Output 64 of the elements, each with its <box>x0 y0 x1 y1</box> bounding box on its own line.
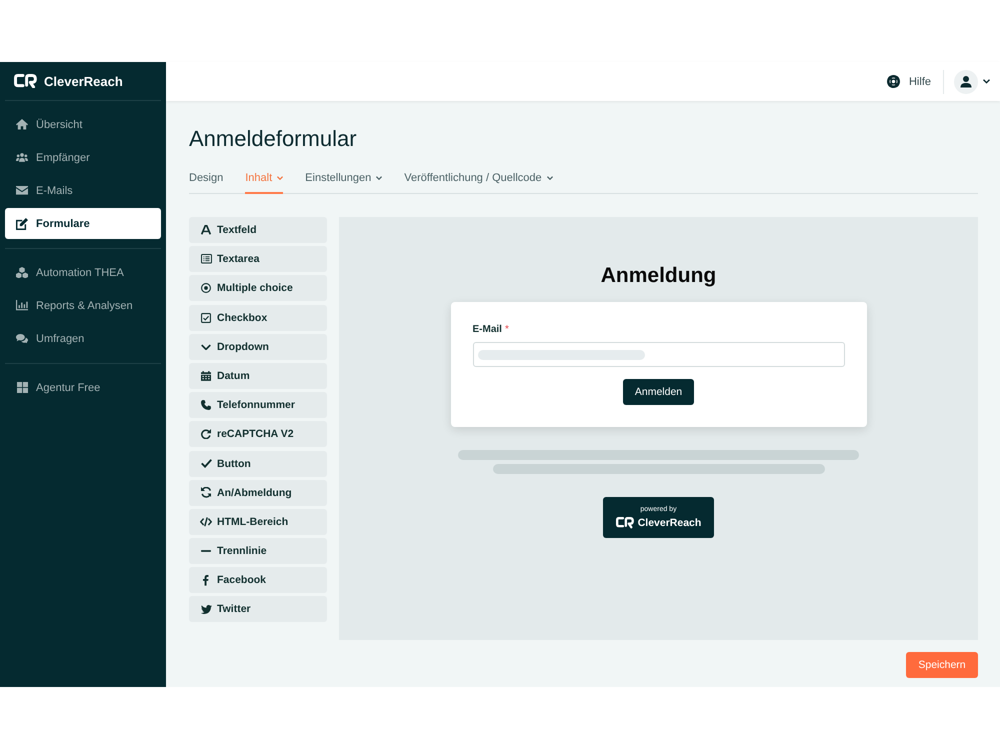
form-element-item[interactable]: Textarea <box>189 246 327 272</box>
circular-arrow-icon <box>201 429 211 440</box>
chevron-down-icon <box>376 176 382 180</box>
tab[interactable]: Veröffentlichung / Quellcode <box>404 166 553 194</box>
envelope-icon <box>16 186 28 195</box>
house-icon <box>16 119 28 130</box>
bar-chart-icon <box>16 300 28 311</box>
check-icon <box>200 459 212 468</box>
bird-icon <box>200 604 212 614</box>
cubes-icon <box>16 266 28 278</box>
people-icon <box>16 153 28 162</box>
speech-bubbles-icon <box>16 334 28 344</box>
chevron-down-icon <box>983 79 990 84</box>
lifebuoy-icon <box>886 75 900 88</box>
logo-icon <box>14 74 37 88</box>
minus-icon <box>201 550 211 552</box>
brand-name: CleverReach <box>44 74 123 88</box>
nav-item[interactable]: Empfänger <box>5 142 161 173</box>
help-link[interactable]: Hilfe <box>886 75 931 88</box>
badge-brand-name: CleverReach <box>638 517 702 529</box>
form-element-item[interactable]: Trennlinie <box>189 538 327 564</box>
form-element-item[interactable]: Telefonnummer <box>189 392 327 418</box>
form-element-item[interactable]: Multiple choice <box>189 275 327 302</box>
grid-icon <box>16 382 28 393</box>
email-input-field[interactable] <box>472 342 844 367</box>
nav-item[interactable]: Übersicht <box>5 109 161 140</box>
phone-icon <box>201 400 211 410</box>
avatar-icon <box>954 70 978 94</box>
chevron-down-icon <box>546 176 553 180</box>
radio-icon <box>201 283 211 294</box>
list-icon <box>200 254 212 264</box>
form-element-item[interactable]: An/Abmeldung <box>189 480 327 506</box>
tab[interactable]: Einstellungen <box>305 166 382 194</box>
form-element-item[interactable]: Datum <box>189 362 327 389</box>
nav-item[interactable]: Reports & Analysen <box>5 290 161 321</box>
calendar-icon <box>201 370 211 381</box>
form-element-item[interactable]: Button <box>189 450 327 476</box>
form-element-item[interactable]: Checkbox <box>189 304 327 331</box>
chevron-down-icon <box>277 176 284 180</box>
nav-item[interactable]: E-Mails <box>5 175 161 206</box>
form-element-item[interactable]: Dropdown <box>189 334 327 360</box>
form-element-item[interactable]: Facebook <box>189 567 327 594</box>
letter-a-icon <box>201 225 211 235</box>
page-title: Anmeldeformular <box>189 126 358 152</box>
chevron-down-icon <box>201 344 211 350</box>
form-element-item[interactable]: Textfeld <box>189 217 327 243</box>
form-element-item[interactable]: HTML-Bereich <box>189 508 327 535</box>
submit-button[interactable]: Anmelden <box>622 379 694 405</box>
form-element-item[interactable]: Twitter <box>189 596 327 622</box>
nav-item[interactable]: Umfragen <box>5 323 161 354</box>
field-label: E-Mail <box>472 324 502 336</box>
form-title: Anmeldung <box>600 263 716 289</box>
form-element-item[interactable]: reCAPTCHA V2 <box>189 421 327 448</box>
nav-item[interactable]: Agentur Free <box>5 372 161 403</box>
user-menu-button[interactable] <box>954 70 990 94</box>
required-mark: * <box>504 324 509 336</box>
tab[interactable]: Design <box>189 166 224 194</box>
code-icon <box>200 517 212 527</box>
nav-item[interactable]: Formulare <box>5 208 161 239</box>
logo-icon <box>616 517 634 529</box>
nav-item[interactable]: Automation THEA <box>5 257 161 288</box>
checkbox-icon <box>201 312 211 323</box>
facebook-icon <box>203 574 209 586</box>
sync-arrows-icon <box>200 487 212 498</box>
